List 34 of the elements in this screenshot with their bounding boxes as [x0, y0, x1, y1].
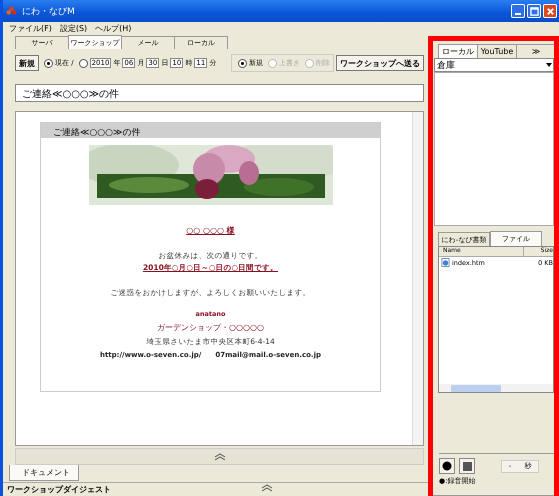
menu-item[interactable]: ファイル(F)	[9, 22, 52, 34]
shop-name: ガーデンショップ・○○○○○	[157, 322, 264, 333]
send-button[interactable]: ワークショップへ送る	[336, 55, 424, 71]
menu-item[interactable]: ヘルプ(H)	[95, 22, 132, 34]
menu-item[interactable]: 設定(S)	[60, 22, 88, 34]
minimize-button[interactable]	[511, 4, 525, 18]
folder-dropdown[interactable]: 倉庫	[434, 58, 554, 72]
new-button[interactable]: 新規	[15, 55, 39, 71]
radio-button[interactable]	[238, 58, 247, 68]
collapse-icon[interactable]	[214, 452, 226, 460]
vertical-scrollbar[interactable]	[412, 112, 423, 445]
horizontal-scrollbar[interactable]	[439, 384, 553, 392]
minimize-icon	[515, 12, 521, 14]
recipient-name: ○○ ○○○ 様	[186, 225, 235, 236]
subject-field[interactable]: ご連絡≪○○○≫の件	[15, 84, 424, 102]
maximize-button[interactable]	[527, 4, 541, 18]
card-title: ご連絡≪○○○≫の件	[41, 123, 380, 138]
stop-icon	[462, 462, 472, 470]
close-icon	[546, 6, 554, 16]
collapse-icon[interactable]	[261, 484, 273, 492]
tab[interactable]: ドキュメント	[9, 465, 79, 481]
stop-button[interactable]	[459, 458, 475, 474]
tab[interactable]: ローカル	[438, 44, 478, 58]
window-title: にわ・なびM	[22, 6, 75, 18]
maximize-icon	[530, 6, 538, 16]
web-page-icon	[441, 258, 450, 267]
close-button[interactable]	[543, 4, 557, 18]
panel-title: ワークショップダイジェスト	[7, 484, 111, 495]
radio-button[interactable]	[78, 58, 88, 68]
radio-button[interactable]	[44, 58, 53, 68]
dropdown-arrow-icon[interactable]	[545, 63, 553, 67]
record-icon	[442, 461, 452, 471]
flower-icon	[6, 6, 17, 16]
record-button[interactable]	[439, 458, 455, 474]
